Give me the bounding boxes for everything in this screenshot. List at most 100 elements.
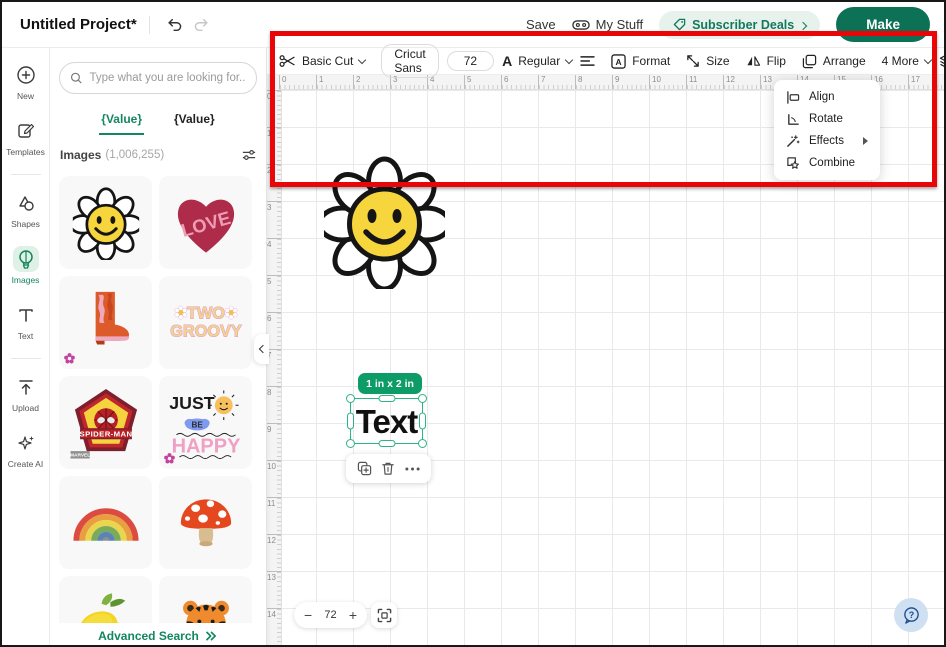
advanced-search-link[interactable]: Advanced Search — [98, 629, 199, 643]
menu-item-combine[interactable]: Combine — [774, 152, 880, 174]
save-button[interactable]: Save — [526, 17, 556, 32]
fit-to-screen-button[interactable] — [371, 602, 397, 628]
font-style-dropdown[interactable]: A Regular — [502, 53, 572, 69]
ruler-tick-label: 4 — [427, 75, 464, 89]
chevron-left-icon — [258, 345, 266, 353]
flip-button[interactable]: Flip — [746, 54, 786, 68]
ruler-corner — [267, 75, 279, 90]
sidebar-item-shapes[interactable]: Shapes — [2, 190, 49, 229]
more-dropdown[interactable]: 4 More — [882, 54, 931, 68]
sidebar-item-upload[interactable]: Upload — [2, 374, 49, 413]
ruler-tick-label: 10 — [649, 75, 686, 89]
menu-item-rotate[interactable]: Rotate — [774, 108, 880, 130]
selection-handle-right[interactable] — [419, 413, 426, 430]
zoom-out-button[interactable]: − — [304, 608, 312, 622]
alignment-button[interactable] — [580, 55, 595, 67]
smiley-flower-image — [69, 186, 143, 260]
ruler-tick-label: 10 — [267, 460, 281, 497]
sidebar-item-text[interactable]: Text — [2, 302, 49, 341]
ruler-tick-label: 9 — [267, 423, 281, 460]
svg-text:HAPPY: HAPPY — [171, 435, 240, 457]
ruler-tick-label: 0 — [279, 75, 316, 89]
duplicate-button[interactable] — [354, 459, 374, 479]
scissors-icon — [279, 54, 296, 68]
svg-text:BE: BE — [191, 420, 203, 429]
header-actions: Save My Stuff Subscriber Deals Make — [526, 7, 944, 42]
selection-handle-bottom[interactable] — [378, 440, 395, 447]
menu-item-align[interactable]: Align — [774, 86, 880, 108]
svg-text:SPIDER-MAN: SPIDER-MAN — [79, 429, 132, 438]
selection-handle-bottom-right[interactable] — [418, 439, 427, 448]
mushroom-image — [169, 486, 243, 560]
help-button[interactable]: ? — [894, 598, 928, 632]
sidebar-item-templates[interactable]: Templates — [2, 118, 49, 157]
collapse-panel-button[interactable] — [254, 334, 269, 364]
layers-icon — [939, 53, 946, 69]
sidebar-item-new[interactable]: New — [2, 62, 49, 101]
zoom-in-button[interactable]: + — [349, 608, 357, 622]
ruler-tick-label: 7 — [267, 349, 281, 386]
menu-item-effects[interactable]: Effects — [774, 130, 880, 152]
format-button[interactable]: A Format — [611, 54, 670, 69]
thumbnail-mushroom[interactable] — [159, 476, 252, 569]
tab-value-1[interactable]: {Value} — [99, 104, 144, 135]
thumbnail-just-be-happy[interactable]: JUST BE HAPPY — [159, 376, 252, 469]
ruler-tick-label: 14 — [267, 608, 281, 645]
ruler-tick-label: 12 — [723, 75, 760, 89]
rail-divider — [11, 174, 41, 175]
advanced-search-bar: Advanced Search — [50, 623, 266, 647]
results-header: Images (1,006,255) — [60, 148, 257, 162]
align-icon — [786, 91, 800, 104]
redo-button[interactable] — [188, 12, 214, 38]
ruler-tick-label: 5 — [464, 75, 501, 89]
delete-button[interactable] — [378, 459, 398, 479]
ruler-tick-label: 17 — [908, 75, 945, 89]
filter-button[interactable] — [241, 148, 257, 162]
thumbnail-rainbow[interactable] — [59, 476, 152, 569]
ruler-tick-label: 8 — [267, 386, 281, 423]
selection-handle-top-right[interactable] — [418, 394, 427, 403]
canvas-text-element[interactable]: Text — [350, 398, 423, 444]
style-a-glyph: A — [502, 53, 512, 69]
font-selector[interactable]: Cricut Sans — [381, 44, 438, 78]
more-options-button[interactable] — [403, 459, 423, 479]
font-size-input[interactable]: 72 — [447, 51, 494, 71]
header-divider — [149, 16, 150, 34]
thumbnail-spider-man[interactable]: SPIDER-MAN MARVEL — [59, 376, 152, 469]
ruler-tick-label: 1 — [316, 75, 353, 89]
search-bar[interactable] — [59, 62, 257, 94]
thumbnail-smiley-flower[interactable] — [59, 176, 152, 269]
linetype-dropdown[interactable]: Basic Cut — [279, 54, 365, 68]
redo-icon — [192, 16, 210, 34]
undo-button[interactable] — [162, 12, 188, 38]
my-stuff-button[interactable]: My Stuff — [572, 17, 643, 32]
arrange-button[interactable]: Arrange — [802, 54, 866, 69]
thumbnail-two-groovy[interactable]: TWO GROOVY — [159, 276, 252, 369]
selection-handle-left[interactable] — [347, 413, 354, 430]
subscriber-deals-button[interactable]: Subscriber Deals — [659, 11, 820, 39]
tab-value-2[interactable]: {Value} — [172, 104, 217, 135]
thumbnail-love-heart[interactable]: LOVE — [159, 176, 252, 269]
selection-handle-bottom-left[interactable] — [346, 439, 355, 448]
filter-sliders-icon — [241, 148, 257, 162]
zoom-controls: − 72 + — [294, 602, 367, 628]
image-results-grid: LOVE TWO — [59, 176, 257, 647]
chevron-down-icon — [565, 55, 573, 63]
thumbnail-cowboy-boot[interactable] — [59, 276, 152, 369]
layers-button[interactable] — [939, 53, 946, 69]
search-input[interactable] — [89, 72, 246, 84]
ruler-tick-label: 6 — [501, 75, 538, 89]
sidebar-item-images[interactable]: Images — [2, 246, 49, 285]
two-groovy-image: TWO GROOVY — [169, 286, 243, 360]
arrange-icon — [802, 54, 817, 69]
selection-handle-top-left[interactable] — [346, 394, 355, 403]
selection-handle-top[interactable] — [378, 395, 395, 402]
duplicate-icon — [357, 461, 372, 476]
size-button[interactable]: Size — [686, 54, 729, 68]
canvas-smiley-flower-element[interactable] — [324, 154, 445, 289]
sidebar-item-create-ai[interactable]: Create AI — [2, 430, 49, 469]
make-button[interactable]: Make — [836, 7, 930, 42]
sparkles-icon — [13, 430, 39, 456]
new-icon — [13, 62, 39, 88]
cowboy-boot-image — [69, 286, 143, 360]
